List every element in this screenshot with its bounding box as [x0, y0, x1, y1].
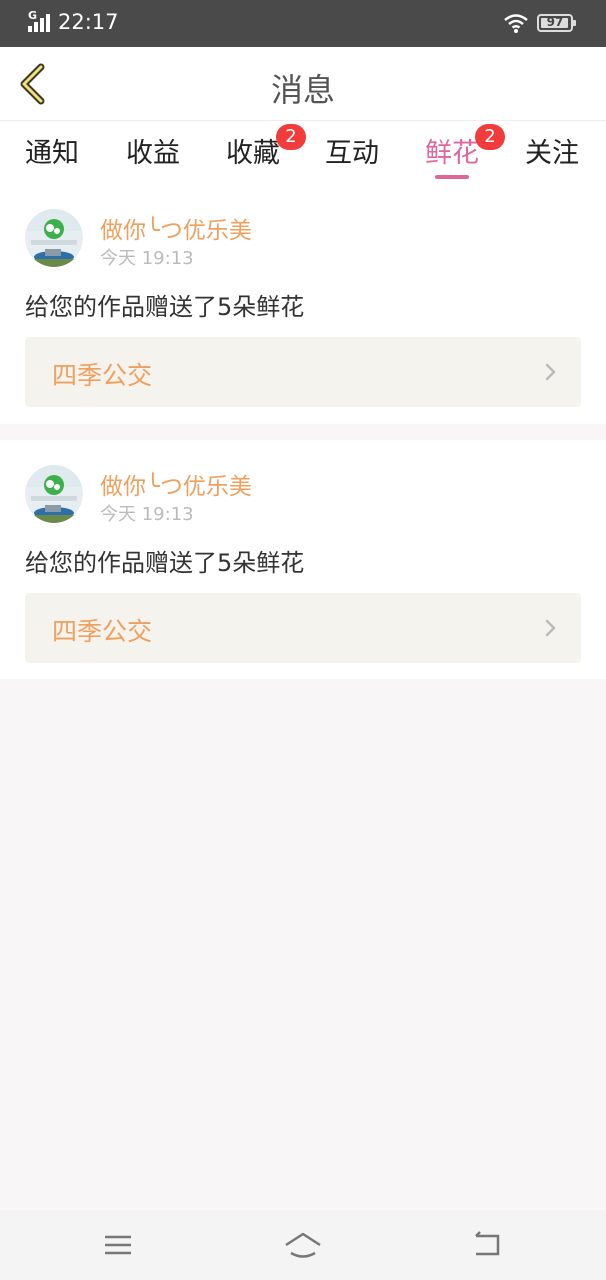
active-tab-indicator: [435, 175, 469, 179]
message-time: 今天 19:13: [100, 248, 194, 269]
header: 消息: [0, 47, 606, 120]
sender-name[interactable]: 做你╰つ优乐美: [100, 211, 252, 245]
work-link[interactable]: 四季公交: [25, 337, 581, 407]
home-icon[interactable]: [283, 1228, 323, 1262]
tab-label: 收益: [126, 138, 180, 169]
chevron-right-icon: [545, 363, 556, 381]
tab-label: 通知: [25, 138, 79, 169]
back-icon[interactable]: [470, 1228, 504, 1262]
battery-icon: 97: [537, 14, 576, 32]
message-text: 给您的作品赠送了5朵鲜花: [25, 549, 305, 577]
status-time: 22:17: [58, 10, 119, 34]
tab-flowers[interactable]: 鲜花 2: [412, 124, 505, 179]
work-title: 四季公交: [52, 361, 153, 390]
work-link[interactable]: 四季公交: [25, 593, 581, 663]
battery-level: 97: [546, 15, 564, 29]
tab-label: 关注: [525, 138, 579, 169]
page-title: 消息: [270, 71, 335, 109]
avatar[interactable]: [25, 209, 83, 267]
tab-interactions[interactable]: 互动: [312, 131, 392, 170]
sender-name[interactable]: 做你╰つ优乐美: [100, 467, 252, 501]
signal-icon: G: [26, 9, 52, 34]
message-card: 做你╰つ优乐美 今天 19:13 给您的作品赠送了5朵鲜花 四季公交: [0, 440, 606, 679]
message-card: 做你╰つ优乐美 今天 19:13 给您的作品赠送了5朵鲜花 四季公交: [0, 182, 606, 424]
chevron-right-icon: [545, 619, 556, 637]
network-type: G: [28, 9, 38, 22]
avatar[interactable]: [25, 465, 83, 523]
work-title: 四季公交: [52, 617, 153, 646]
tab-bar: 通知 收益 收藏 2 互动 鲜花 2 关注: [0, 120, 606, 182]
message-text: 给您的作品赠送了5朵鲜花: [25, 293, 305, 321]
unread-badge: 2: [475, 124, 505, 150]
message-time: 今天 19:13: [100, 504, 194, 525]
wifi-icon: [504, 14, 528, 33]
unread-badge: 2: [276, 124, 306, 150]
tab-earnings[interactable]: 收益: [113, 131, 193, 170]
tab-follows[interactable]: 关注: [512, 131, 592, 170]
tab-favorites[interactable]: 收藏 2: [213, 124, 306, 170]
tab-label: 收藏: [226, 138, 280, 169]
system-nav-bar: [0, 1210, 606, 1280]
menu-icon[interactable]: [101, 1228, 135, 1262]
status-bar: G 22:17 97: [0, 0, 606, 47]
tab-label: 互动: [325, 138, 379, 169]
tab-notifications[interactable]: 通知: [12, 131, 92, 170]
tab-label: 鲜花: [425, 138, 479, 169]
